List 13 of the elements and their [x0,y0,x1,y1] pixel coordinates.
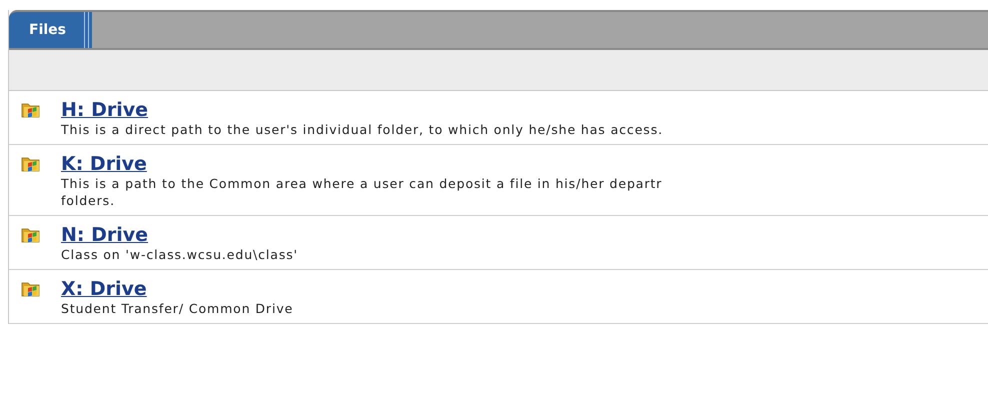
drive-link[interactable]: X: Drive [61,278,147,300]
tab[interactable]: Files [9,12,82,48]
drive-description: Class on 'w-class.wcsu.edu\class' [61,246,298,263]
drive-link[interactable]: K: Drive [61,153,147,175]
drive-link[interactable]: N: Drive [61,224,148,246]
drive-description: This is a direct path to the user's individual folder, to which only he/she has access. [61,121,663,138]
folder-windows-icon [21,155,41,173]
folder-windows-icon [21,226,41,244]
folder-windows-icon [21,101,41,119]
drive-link[interactable]: H: Drive [61,99,148,121]
folder-windows-icon [21,280,41,298]
drive-description: Student Transfer/ Common Drive [61,300,294,317]
drive-description: This is a path to the Common area where a user can deposit a file in his/her departr folders. [61,175,662,209]
